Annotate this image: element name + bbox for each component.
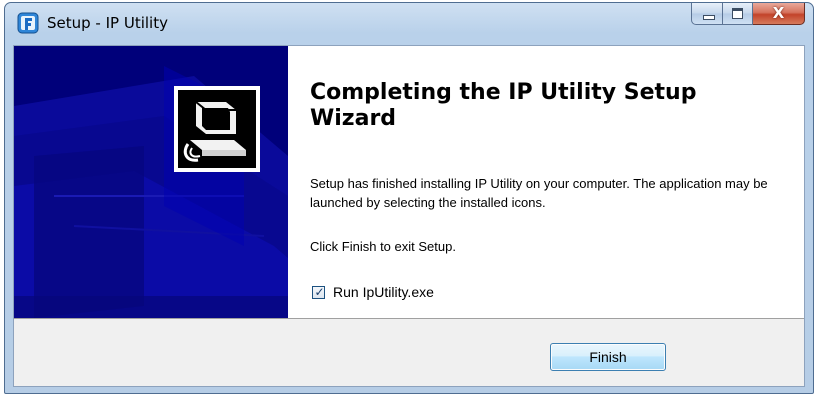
checkmark-icon: ✓ <box>314 284 325 299</box>
exit-instruction: Click Finish to exit Setup. <box>310 239 456 254</box>
window-title: Setup - IP Utility <box>47 14 168 32</box>
run-app-checkbox[interactable]: ✓ <box>312 284 325 299</box>
wizard-client-area: Completing the IP Utility Setup Wizard S… <box>13 45 805 387</box>
wizard-banner <box>14 46 288 318</box>
maximize-icon <box>732 8 743 19</box>
wizard-footer: Finish <box>14 319 804 386</box>
completion-message: Setup has finished installing IP Utility… <box>310 176 768 210</box>
finish-button[interactable]: Finish <box>550 343 666 371</box>
title-bar[interactable]: Setup - IP Utility X <box>5 3 813 45</box>
wizard-content: Completing the IP Utility Setup Wizard S… <box>288 46 804 318</box>
minimize-button[interactable] <box>691 3 723 25</box>
close-button[interactable]: X <box>753 3 805 25</box>
run-app-label[interactable]: Run IpUtility.exe <box>333 284 434 300</box>
minimize-icon <box>703 15 715 20</box>
close-icon: X <box>772 4 785 22</box>
maximize-button[interactable] <box>723 3 753 25</box>
installer-computer-icon <box>174 86 260 172</box>
setup-window: Setup - IP Utility X Completing the IP U… <box>4 2 814 394</box>
run-app-option[interactable]: ✓ Run IpUtility.exe <box>312 284 434 300</box>
page-title: Completing the IP Utility Setup Wizard <box>310 80 697 131</box>
caption-buttons: X <box>691 3 805 33</box>
setup-app-icon <box>17 12 39 34</box>
